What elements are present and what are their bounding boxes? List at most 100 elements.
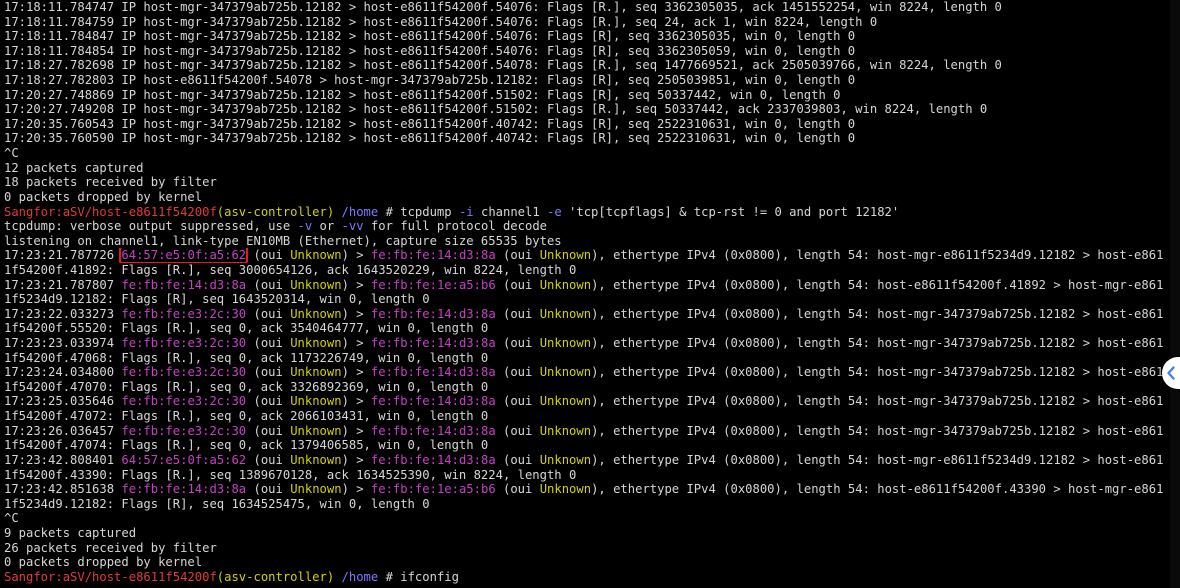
terminal-line: 17:23:23.033974 fe:fb:fe:e3:2c:30 (oui U… — [4, 336, 1170, 351]
mac-address: fe:fb:fe:14:d3:8a — [370, 306, 496, 321]
terminal-text: 17:18:11.784759 IP host-mgr-347379ab725b… — [4, 14, 878, 29]
terminal-line: 18 packets received by filter — [4, 175, 1170, 190]
terminal-line: 1f54200f.43390: Flags [R.], seq 13896701… — [4, 468, 1170, 483]
terminal-text: 17:23:24.034800 — [4, 365, 122, 380]
terminal-text: ), ethertype IPv4 (0x0800), length 54: h… — [591, 394, 1164, 409]
highlight-token: Unknown — [539, 452, 592, 467]
terminal-line: 0 packets dropped by kernel — [4, 555, 1170, 570]
terminal-line: 1f54200f.47072: Flags [R.], seq 0, ack 2… — [4, 409, 1170, 424]
highlight-token: Unknown — [290, 394, 342, 409]
highlight-token: Unknown — [290, 336, 342, 351]
terminal-text: 17:20:35.760543 IP host-mgr-347379ab725b… — [4, 116, 856, 131]
terminal-line: 17:23:42.808401 64:57:e5:0f:a5:62 (oui U… — [4, 453, 1170, 468]
terminal-text: (oui — [495, 365, 540, 380]
highlight-token: Unknown — [290, 452, 342, 467]
terminal-text: 17:23:25.035646 — [4, 394, 122, 409]
terminal-text: 1f54200f.47070: Flags [R.], seq 0, ack 3… — [4, 379, 489, 394]
terminal-line: 1f54200f.47074: Flags [R.], seq 0, ack 1… — [4, 438, 1170, 453]
terminal-text: (oui — [495, 277, 540, 292]
highlight-token: Unknown — [290, 365, 342, 380]
highlight-token: Unknown — [539, 336, 592, 351]
terminal-text: 9 packets captured — [4, 525, 137, 540]
terminal-text: (oui — [246, 452, 291, 467]
terminal-text: channel1 — [473, 204, 548, 219]
prompt-host: Sangfor:aSV/host-e8611f54200f — [4, 569, 217, 584]
terminal-text: ), ethertype IPv4 (0x0800), length 54: h… — [591, 482, 1164, 497]
mac-address: fe:fb:fe:e3:2c:30 — [121, 306, 247, 321]
terminal-line: listening on channel1, link-type EN10MB … — [4, 234, 1170, 249]
terminal-line: 1f54200f.47070: Flags [R.], seq 0, ack 3… — [4, 380, 1170, 395]
terminal-text: (oui — [246, 306, 291, 321]
terminal-text: or — [312, 219, 342, 234]
mac-address: fe:fb:fe:14:d3:8a — [370, 336, 496, 351]
highlighted-mac-address: 64:57:e5:0f:a5:62 — [119, 248, 249, 263]
highlight-token: Unknown — [539, 394, 592, 409]
terminal-line: 26 packets received by filter — [4, 541, 1170, 556]
terminal-line: ^C — [4, 511, 1170, 526]
mac-address: fe:fb:fe:e3:2c:30 — [121, 365, 247, 380]
terminal-text: 17:18:11.784847 IP host-mgr-347379ab725b… — [4, 29, 856, 44]
terminal-text: 0 packets dropped by kernel — [4, 555, 203, 570]
terminal-line: 1f5234d9.12182: Flags [R], seq 163452547… — [4, 497, 1170, 512]
terminal-text: 1f54200f.43390: Flags [R.], seq 13896701… — [4, 467, 577, 482]
terminal-text: (oui — [246, 365, 291, 380]
terminal-line: 17:18:11.784747 IP host-mgr-347379ab725b… — [4, 0, 1170, 15]
mac-address: fe:fb:fe:e3:2c:30 — [121, 336, 247, 351]
terminal-scrollbar[interactable] — [1170, 0, 1180, 588]
terminal-line: 17:23:25.035646 fe:fb:fe:e3:2c:30 (oui U… — [4, 394, 1170, 409]
terminal-text: 1f54200f.41892: Flags [R.], seq 30006541… — [4, 262, 577, 277]
terminal-text: ) > — [341, 482, 371, 497]
terminal-text: 1f5234d9.12182: Flags [R], seq 164352031… — [4, 292, 430, 307]
terminal-text: 17:23:26.036457 — [4, 423, 122, 438]
terminal-text: 17:23:23.033974 — [4, 336, 122, 351]
terminal-text: 18 packets received by filter — [4, 175, 217, 190]
terminal-text: listening on channel1, link-type EN10MB … — [4, 233, 562, 248]
highlight-token: Unknown — [290, 423, 342, 438]
terminal-output[interactable]: 17:18:11.784747 IP host-mgr-347379ab725b… — [4, 0, 1170, 584]
terminal-text: (oui — [495, 394, 540, 409]
terminal-text: 17:18:27.782803 IP host-e8611f54200f.540… — [4, 73, 856, 88]
terminal-line: 1f54200f.47068: Flags [R.], seq 0, ack 1… — [4, 351, 1170, 366]
terminal-text: ), ethertype IPv4 (0x0800), length 54: h… — [591, 423, 1164, 438]
highlight-token: (asv-controller) — [216, 204, 335, 219]
highlight-token: Unknown — [539, 277, 592, 292]
terminal-text: (oui — [246, 423, 291, 438]
prompt-host: Sangfor:aSV/host-e8611f54200f — [4, 204, 217, 219]
terminal-text: ) > — [341, 423, 371, 438]
terminal-text: 1f54200f.47068: Flags [R.], seq 0, ack 1… — [4, 350, 489, 365]
terminal-text: for full protocol decode — [363, 219, 547, 234]
terminal-text: ) > — [341, 452, 371, 467]
terminal-text: (oui — [246, 482, 291, 497]
terminal-line: 17:18:27.782698 IP host-mgr-347379ab725b… — [4, 58, 1170, 73]
terminal-text: ), ethertype IPv4 (0x0800), length 54: h… — [591, 452, 1164, 467]
terminal-text: ) > — [341, 394, 371, 409]
terminal-text: 1f54200f.47072: Flags [R.], seq 0, ack 2… — [4, 409, 489, 424]
terminal-text: 'tcp[tcpflags] & tcp-rst != 0 and port 1… — [561, 204, 900, 219]
terminal-line: 17:23:21.787726 64:57:e5:0f:a5:62 (oui U… — [4, 248, 1170, 263]
terminal-text: 17:18:27.782698 IP host-mgr-347379ab725b… — [4, 58, 1002, 73]
terminal-text: ) > — [341, 306, 371, 321]
terminal-line: tcpdump: verbose output suppressed, use … — [4, 219, 1170, 234]
command-token: /home — [334, 204, 379, 219]
command-token: /home — [334, 569, 379, 584]
terminal-line: 17:23:42.851638 fe:fb:fe:14:d3:8a (oui U… — [4, 482, 1170, 497]
highlight-token: Unknown — [539, 365, 592, 380]
terminal-text: 17:18:11.784747 IP host-mgr-347379ab725b… — [4, 0, 1002, 14]
highlight-token: Unknown — [290, 306, 342, 321]
terminal-text: ), ethertype IPv4 (0x0800), length 54: h… — [591, 336, 1164, 351]
terminal-text: (oui — [495, 306, 540, 321]
terminal-text: ) > — [341, 336, 371, 351]
chevron-left-icon — [1165, 365, 1177, 381]
highlight-token: Unknown — [539, 482, 592, 497]
terminal-text: 17:23:22.033273 — [4, 306, 122, 321]
terminal-line: 9 packets captured — [4, 526, 1170, 541]
terminal-line: 17:18:11.784847 IP host-mgr-347379ab725b… — [4, 29, 1170, 44]
terminal-text: (oui — [246, 248, 291, 263]
terminal-text: # ifconfig — [378, 569, 459, 584]
terminal-text: (oui — [246, 336, 291, 351]
highlight-token: Unknown — [290, 248, 342, 263]
terminal-text: 1f5234d9.12182: Flags [R], seq 163452547… — [4, 496, 430, 511]
terminal-text: 17:18:11.784854 IP host-mgr-347379ab725b… — [4, 43, 856, 58]
highlight-token: Unknown — [539, 248, 592, 263]
terminal-text: ), ethertype IPv4 (0x0800), length 54: h… — [591, 365, 1164, 380]
